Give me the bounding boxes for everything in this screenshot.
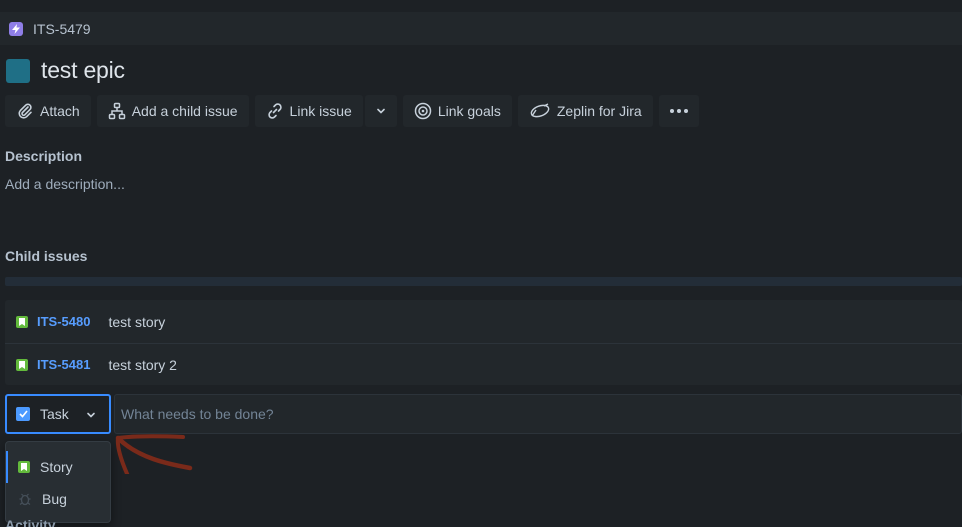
child-issue-key[interactable]: ITS-5481 [37,357,90,372]
activity-heading: Activity [5,517,56,527]
lightning-icon [9,21,23,36]
issue-toolbar: Attach Add a child issue Link issue Link… [5,95,699,127]
dropdown-option-story[interactable]: Story [6,451,110,483]
issue-type-select[interactable]: Task [5,394,111,434]
link-issue-button[interactable]: Link issue [254,95,363,127]
epic-color-icon [6,58,30,83]
story-icon [18,461,30,473]
paperclip-icon [18,103,32,119]
target-icon [414,102,432,120]
breadcrumb-bar: ITS-5479 [0,12,962,45]
link-issue-more-button[interactable] [364,95,397,127]
child-summary-input[interactable] [114,394,962,434]
hierarchy-icon [108,102,125,120]
attach-label: Attach [40,103,80,119]
issue-title-row: test epic [6,57,125,84]
bug-icon [18,492,32,506]
add-child-issue-button[interactable]: Add a child issue [96,95,249,127]
link-issue-label: Link issue [289,103,352,119]
task-checkbox-icon [16,407,30,421]
link-goals-label: Link goals [437,103,501,119]
child-issue-summary[interactable]: test story 2 [108,357,176,373]
zeplin-icon [530,103,550,118]
more-horizontal-icon [669,109,688,113]
chevron-down-icon [377,108,385,114]
issue-type-selected: Task [40,406,69,422]
child-issues-list: ITS-5480 test story ITS-5481 test story … [5,300,962,385]
story-icon [16,315,28,328]
more-actions-button[interactable] [658,95,699,127]
add-child-issue-label: Add a child issue [131,103,238,119]
story-icon [16,358,28,371]
table-row[interactable]: ITS-5480 test story [5,300,962,343]
attach-button[interactable]: Attach [5,95,91,127]
page-title[interactable]: test epic [41,57,125,84]
description-heading: Description [5,148,83,164]
child-issues-progress-bar [5,277,962,286]
zeplin-button[interactable]: Zeplin for Jira [517,95,653,127]
annotation-arrow-icon [115,434,193,474]
chevron-down-icon [87,412,95,418]
link-goals-button[interactable]: Link goals [402,95,512,127]
dropdown-option-label: Story [40,459,73,475]
child-issues-heading: Child issues [5,248,88,264]
table-row[interactable]: ITS-5481 test story 2 [5,343,962,385]
issue-type-dropdown: Story Bug [5,441,111,523]
breadcrumb-ticket-key[interactable]: ITS-5479 [33,21,91,37]
dropdown-option-bug[interactable]: Bug [6,483,110,515]
description-field[interactable]: Add a description... [5,176,125,192]
child-issue-key[interactable]: ITS-5480 [37,314,90,329]
zeplin-label: Zeplin for Jira [556,103,642,119]
child-issue-summary[interactable]: test story [108,314,165,330]
link-icon [267,103,282,119]
dropdown-option-label: Bug [42,491,67,507]
